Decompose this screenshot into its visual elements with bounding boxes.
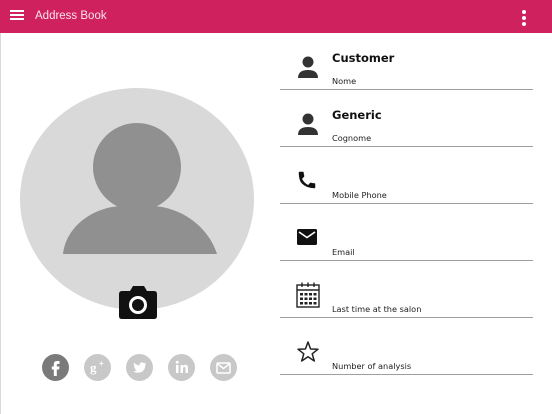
- app-title: Address Book: [35, 10, 107, 22]
- facebook-button[interactable]: [42, 354, 69, 381]
- email-icon: [297, 229, 317, 245]
- change-photo-button[interactable]: [118, 286, 158, 320]
- more-vert-icon[interactable]: [517, 9, 531, 27]
- email-share-button[interactable]: [210, 354, 237, 381]
- person-placeholder-icon: [63, 119, 217, 254]
- field-last-name[interactable]: Generic Cognome: [280, 90, 533, 147]
- mail-icon: [216, 362, 231, 374]
- field-last-visit[interactable]: Last time at the salon: [280, 261, 533, 318]
- avatar: [20, 88, 254, 310]
- field-label: Mobile Phone: [332, 190, 387, 200]
- field-value: Generic: [332, 108, 382, 122]
- divider: [0, 33, 1, 414]
- twitter-icon: [133, 362, 146, 373]
- app-bar: Address Book: [0, 0, 552, 33]
- linkedin-icon: [175, 360, 188, 373]
- person-icon: [298, 56, 318, 78]
- phone-icon: [298, 171, 316, 189]
- calendar-icon: [296, 282, 320, 308]
- field-label: Number of analysis: [332, 361, 412, 371]
- facebook-icon: [51, 361, 60, 376]
- field-label: Email: [332, 247, 355, 257]
- svg-text:+: +: [99, 359, 104, 368]
- field-email[interactable]: Email: [280, 204, 533, 261]
- field-label: Cognome: [332, 133, 372, 143]
- field-first-name[interactable]: Customer Nome: [280, 33, 533, 90]
- field-analysis-count[interactable]: Number of analysis: [280, 318, 533, 375]
- field-value: Customer: [332, 51, 395, 65]
- field-mobile-phone[interactable]: Mobile Phone: [280, 147, 533, 204]
- field-label: Nome: [332, 76, 357, 86]
- camera-icon: [119, 286, 157, 319]
- svg-text:g: g: [90, 360, 97, 375]
- field-label: Last time at the salon: [332, 304, 422, 314]
- google-plus-button[interactable]: g +: [84, 354, 111, 381]
- star-icon: [297, 341, 319, 362]
- person-icon: [298, 113, 318, 135]
- twitter-button[interactable]: [126, 354, 153, 381]
- google-plus-icon: g +: [90, 359, 104, 375]
- hamburger-menu-icon[interactable]: [10, 8, 24, 24]
- linkedin-button[interactable]: [168, 354, 195, 381]
